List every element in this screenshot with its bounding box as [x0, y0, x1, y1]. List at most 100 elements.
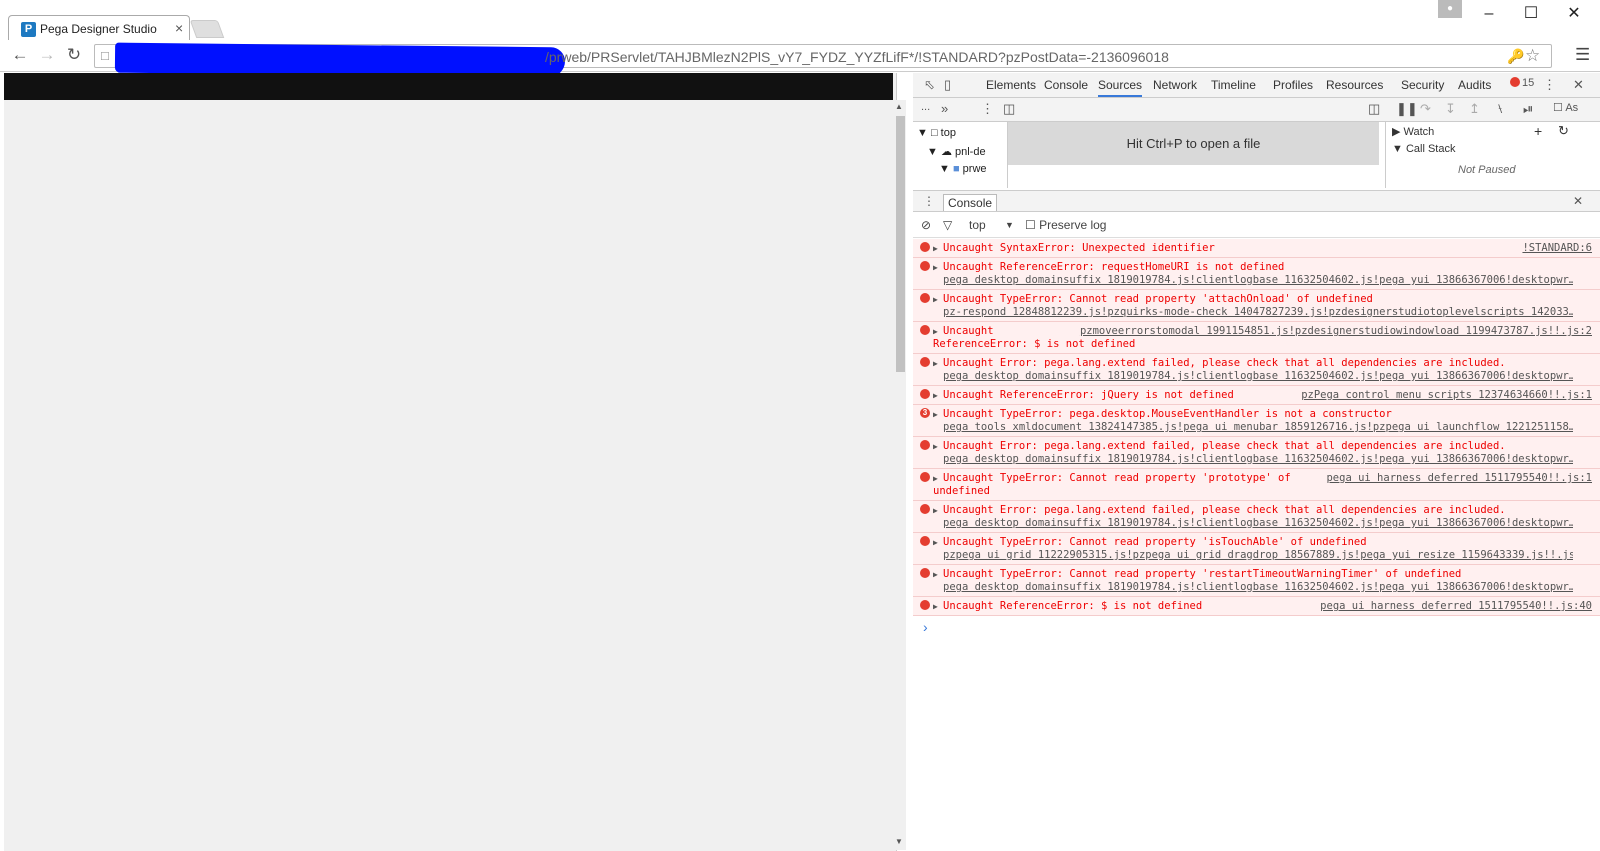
console-error-row[interactable]: ▶ Uncaught TypeError: Cannot read propert…: [913, 565, 1600, 597]
error-source-link[interactable]: !STANDARD:6: [1522, 242, 1592, 255]
tree-item-folder[interactable]: ▼ ■ prwe: [939, 163, 987, 175]
console-error-row[interactable]: ▶ Uncaught Error: pega.lang.extend failed…: [913, 437, 1600, 469]
drawer-menu-icon[interactable]: ⋮: [923, 194, 935, 208]
error-stack-link[interactable]: pega desktop domainsuffix 1819019784.js!…: [943, 581, 1573, 594]
add-watch-icon[interactable]: +: [1534, 123, 1542, 139]
tab-console[interactable]: Console: [1044, 78, 1088, 92]
context-select[interactable]: top: [969, 218, 986, 232]
expand-triangle-icon[interactable]: ▶: [933, 536, 938, 549]
call-stack-section[interactable]: ▼ Call Stack: [1392, 143, 1455, 155]
expand-triangle-icon[interactable]: ▶: [933, 325, 938, 338]
tab-audits[interactable]: Audits: [1458, 78, 1491, 92]
navigator-menu-icon[interactable]: ⋮: [981, 101, 994, 117]
tab-network[interactable]: Network: [1153, 78, 1197, 92]
expand-triangle-icon[interactable]: ▶: [933, 600, 938, 613]
drawer-close-icon[interactable]: ✕: [1573, 194, 1583, 208]
error-source-link[interactable]: pzmoveerrorstomodal 1991154851.js!pzdesi…: [1080, 325, 1592, 338]
error-stack-link[interactable]: pega desktop domainsuffix 1819019784.js!…: [943, 274, 1573, 287]
tree-item-top[interactable]: ▼ □ top: [917, 127, 956, 139]
console-error-row[interactable]: ▶ Uncaught TypeError: Cannot read propert…: [913, 290, 1600, 322]
navigator-expand-icon[interactable]: »: [941, 101, 948, 116]
back-arrow-icon[interactable]: ←: [10, 45, 30, 65]
deactivate-breakpoints-icon[interactable]: ⧷: [1498, 101, 1502, 117]
devtools-menu-icon[interactable]: ⋮: [1543, 77, 1556, 93]
devtools-close-icon[interactable]: ✕: [1573, 77, 1584, 93]
inspect-element-icon[interactable]: ⬁: [924, 77, 935, 93]
toggle-debugger-icon[interactable]: ◫: [1368, 101, 1380, 117]
error-stack-link[interactable]: pz-respond 12848812239.js!pzquirks-mode-…: [943, 306, 1573, 319]
error-stack-link[interactable]: pzpega ui grid 11222905315.js!pzpega ui …: [943, 549, 1573, 562]
error-source-link[interactable]: pzPega control menu scripts 12374634660!…: [1301, 389, 1592, 402]
tab-sources[interactable]: Sources: [1098, 78, 1143, 97]
toggle-navigator-icon[interactable]: ◫: [1003, 101, 1015, 117]
error-source-link[interactable]: pega ui harness deferred 1511795540!!.js…: [1326, 472, 1592, 485]
address-bar[interactable]: □ /prweb/PRServlet/TAHJBMlezN2PlS_vY7_FY…: [94, 42, 1552, 78]
console-error-row[interactable]: ▶ Uncaught TypeError: Cannot read propert…: [913, 469, 1600, 501]
console-error-row[interactable]: ▶ Uncaught pzmoveerrorstomodal 1991154851.…: [913, 322, 1600, 354]
pause-on-exceptions-icon[interactable]: ⏯: [1523, 101, 1533, 117]
console-error-row[interactable]: ▶ Uncaught SyntaxError: Unexpected identi…: [913, 239, 1600, 258]
console-error-row[interactable]: ▶ Uncaught ReferenceError: requestHomeURI…: [913, 258, 1600, 290]
new-tab-button[interactable]: [189, 20, 225, 38]
console-error-row[interactable]: ▶ Uncaught TypeError: Cannot read propert…: [913, 533, 1600, 565]
error-stack-link[interactable]: pega desktop domainsuffix 1819019784.js!…: [943, 370, 1573, 383]
user-profile-icon[interactable]: ●: [1438, 0, 1462, 18]
error-source-link[interactable]: pega ui harness deferred 1511795540!!.js…: [1320, 600, 1592, 613]
tab-close-icon[interactable]: ×: [175, 20, 183, 36]
preserve-log-checkbox[interactable]: ☐ Preserve log: [1025, 218, 1106, 232]
clear-console-icon[interactable]: ⊘: [921, 218, 931, 232]
pause-icon[interactable]: ❚❚: [1396, 101, 1418, 117]
page-scrollbar-thumb[interactable]: [896, 116, 905, 372]
expand-triangle-icon[interactable]: ▶: [933, 261, 938, 274]
tree-item-domain[interactable]: ▼ ☁ pnl-de: [927, 145, 986, 158]
step-over-icon[interactable]: ↷: [1420, 101, 1431, 117]
expand-triangle-icon[interactable]: ▶: [933, 440, 938, 453]
expand-triangle-icon[interactable]: ▶: [933, 357, 938, 370]
close-window-button[interactable]: ✕: [1563, 4, 1585, 24]
reload-icon[interactable]: ↻: [64, 45, 84, 65]
scroll-down-arrow-icon[interactable]: ▼: [895, 837, 903, 846]
console-error-row[interactable]: ▶ Uncaught Error: pega.lang.extend failed…: [913, 354, 1600, 386]
tab-timeline[interactable]: Timeline: [1211, 78, 1256, 92]
expand-triangle-icon[interactable]: ▶: [933, 504, 938, 517]
expand-triangle-icon[interactable]: ▶: [933, 408, 938, 421]
browser-tab[interactable]: P Pega Designer Studio ×: [8, 15, 190, 40]
refresh-watch-icon[interactable]: ↻: [1558, 123, 1569, 139]
error-count-badge[interactable]: 15: [1510, 77, 1534, 89]
scroll-up-arrow-icon[interactable]: ▲: [895, 102, 903, 111]
filter-icon[interactable]: ▽: [943, 218, 952, 232]
console-error-row[interactable]: ▶ Uncaught ReferenceError: $ is not defin…: [913, 597, 1600, 616]
error-stack-link[interactable]: ReferenceError: $ is not defined: [933, 338, 1563, 351]
device-mode-icon[interactable]: ▯: [944, 77, 951, 93]
maximize-button[interactable]: ☐: [1520, 4, 1542, 24]
console-prompt[interactable]: ›: [913, 616, 1600, 635]
error-stack-link[interactable]: pega tools xmldocument 13824147385.js!pe…: [943, 421, 1573, 434]
console-error-row[interactable]: ▶ Uncaught ReferenceError: jQuery is not …: [913, 386, 1600, 405]
page-scrollbar[interactable]: ▲ ▼: [893, 100, 906, 850]
bookmark-star-icon[interactable]: ☆: [1525, 46, 1540, 66]
step-into-icon[interactable]: ↧: [1445, 101, 1456, 117]
chrome-menu-icon[interactable]: ☰: [1575, 45, 1590, 65]
error-stack-link[interactable]: pega desktop domainsuffix 1819019784.js!…: [943, 453, 1573, 466]
step-out-icon[interactable]: ↥: [1469, 101, 1480, 117]
drawer-tab-console[interactable]: Console: [943, 194, 998, 211]
minimize-button[interactable]: –: [1478, 4, 1500, 24]
expand-triangle-icon[interactable]: ▶: [933, 242, 938, 255]
console-error-row[interactable]: 3 ▶ Uncaught TypeError: pega.desktop.Mouse…: [913, 405, 1600, 437]
tab-profiles[interactable]: Profiles: [1273, 78, 1313, 92]
error-stack-link[interactable]: undefined: [933, 485, 1563, 498]
tab-resources[interactable]: Resources: [1326, 78, 1383, 92]
context-dropdown-icon[interactable]: ▼: [1005, 220, 1014, 230]
async-checkbox[interactable]: ☐ As: [1553, 101, 1578, 114]
navigator-more[interactable]: ...: [921, 101, 930, 113]
forward-arrow-icon[interactable]: →: [37, 45, 57, 65]
expand-triangle-icon[interactable]: ▶: [933, 472, 938, 485]
console-error-row[interactable]: ▶ Uncaught Error: pega.lang.extend failed…: [913, 501, 1600, 533]
key-icon[interactable]: 🔑: [1507, 48, 1524, 65]
tab-security[interactable]: Security: [1401, 78, 1444, 92]
watch-section[interactable]: ▶ Watch: [1392, 125, 1434, 138]
error-stack-link[interactable]: pega desktop domainsuffix 1819019784.js!…: [943, 517, 1573, 530]
tab-elements[interactable]: Elements: [986, 78, 1036, 92]
expand-triangle-icon[interactable]: ▶: [933, 568, 938, 581]
expand-triangle-icon[interactable]: ▶: [933, 389, 938, 402]
